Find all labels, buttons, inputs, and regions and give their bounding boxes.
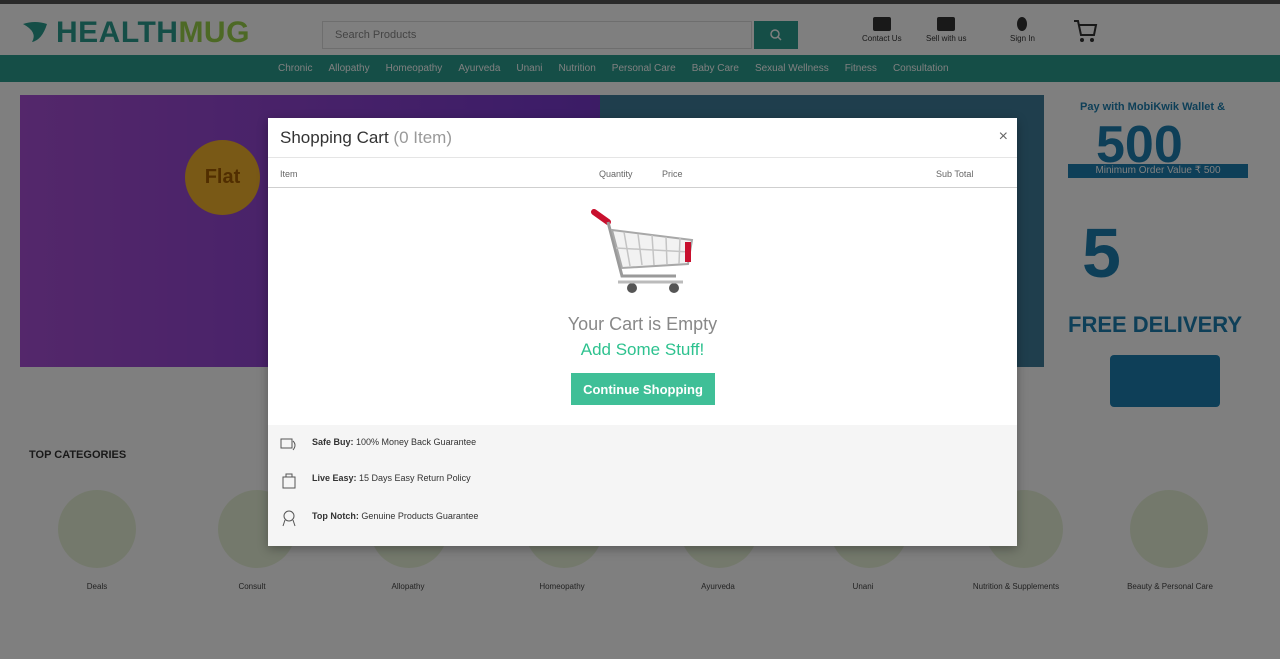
page: HEALTHMUG Search Products Contact Us Sel… — [0, 0, 1280, 659]
modal-title-text: Shopping Cart — [280, 128, 389, 147]
cart-item-count: (0 Item) — [393, 128, 452, 147]
guarantee-text: Safe Buy: 100% Money Back Guarantee — [312, 437, 477, 447]
add-stuff-message: Add Some Stuff! — [580, 340, 705, 359]
guarantees-footer: Safe Buy: 100% Money Back Guarantee Live… — [268, 425, 1017, 546]
modal-title: Shopping Cart (0 Item) — [280, 128, 452, 148]
guarantee-text: Top Notch: Genuine Products Guarantee — [312, 511, 479, 521]
col-quantity-header: Quantity — [599, 169, 633, 179]
empty-cart-message: Your Cart is Empty — [567, 314, 718, 334]
modal-header: Shopping Cart (0 Item) × — [268, 118, 1017, 158]
continue-shopping-button[interactable]: Continue Shopping — [571, 373, 715, 405]
empty-cart-icon — [591, 209, 694, 293]
empty-cart-area: Your Cart is Empty Add Some Stuff! Conti… — [268, 188, 1017, 424]
money-back-icon — [280, 438, 296, 451]
return-policy-icon — [282, 473, 296, 489]
shopping-cart-modal: Shopping Cart (0 Item) × Item Quantity P… — [268, 118, 1017, 546]
col-subtotal-header: Sub Total — [936, 169, 974, 179]
close-button[interactable]: × — [999, 128, 1008, 146]
col-item-header: Item — [280, 169, 298, 179]
genuine-badge-icon — [282, 510, 296, 527]
cart-table-header: Item Quantity Price Sub Total — [268, 158, 1017, 188]
col-price-header: Price — [662, 169, 683, 179]
guarantee-text: Live Easy: 15 Days Easy Return Policy — [312, 473, 471, 483]
